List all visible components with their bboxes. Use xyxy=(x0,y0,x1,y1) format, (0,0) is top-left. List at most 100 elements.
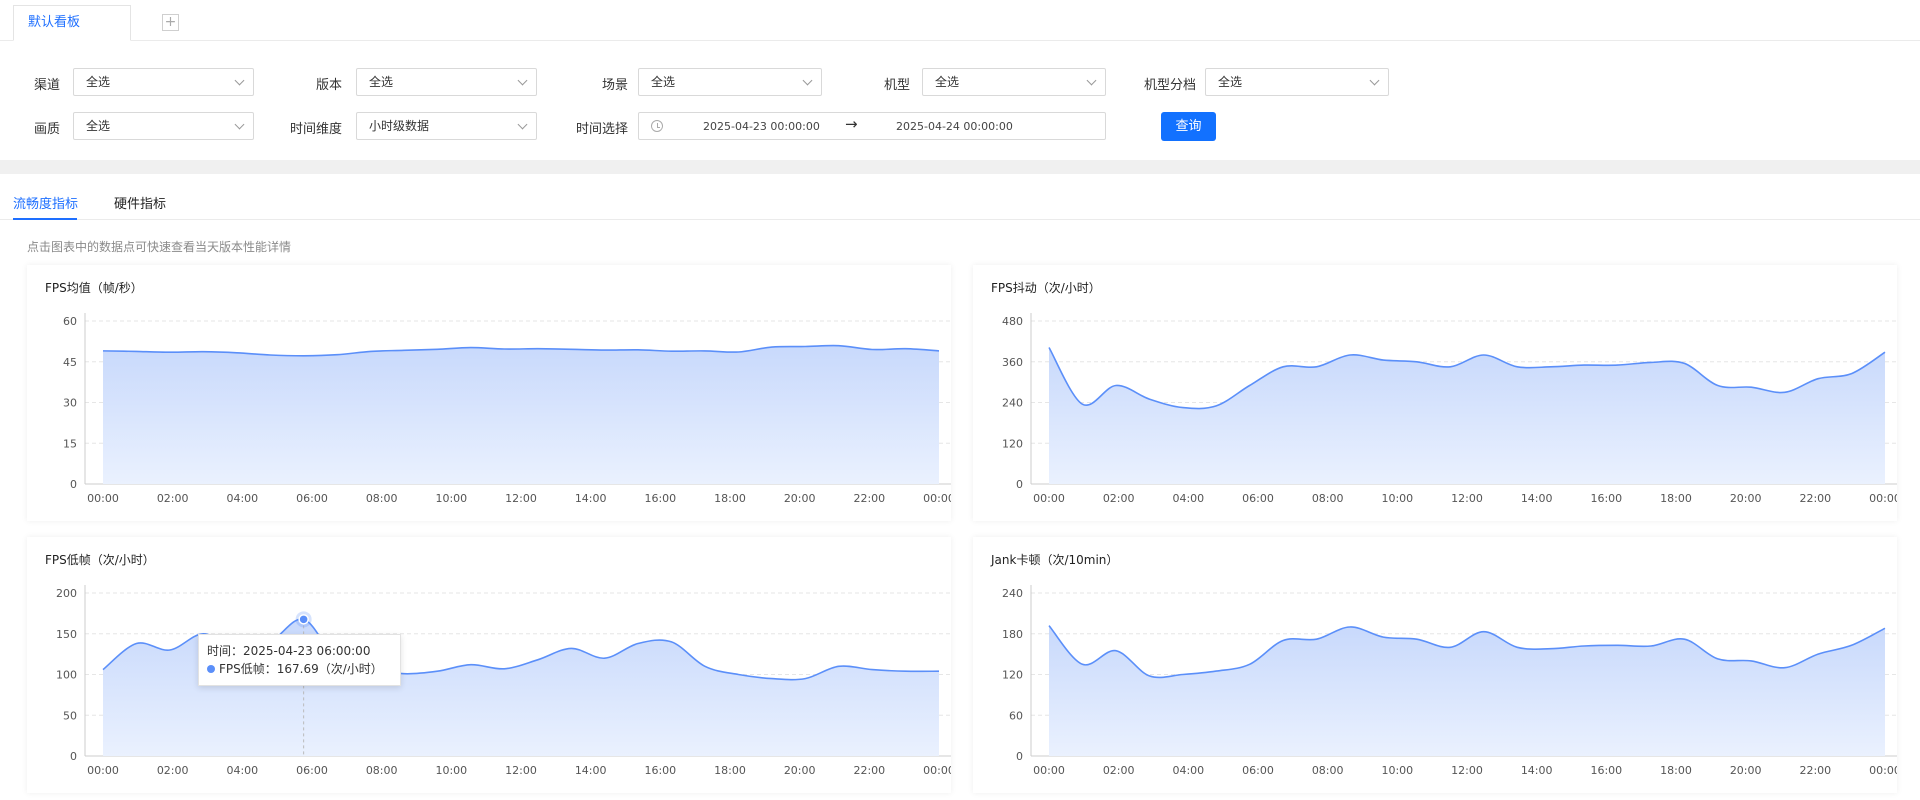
x-tick-label: 00:00 xyxy=(923,492,951,505)
y-tick-label: 180 xyxy=(1002,628,1023,641)
y-tick-label: 0 xyxy=(70,478,77,491)
time-range-start[interactable]: 2025-04-23 00:00:00 xyxy=(703,120,820,133)
x-tick-label: 00:00 xyxy=(1033,764,1065,777)
tab-default-board[interactable]: 默认看板 xyxy=(13,5,131,41)
chart-tooltip: 时间：2025-04-23 06:00:00 FPS低帧：167.69（次/小时… xyxy=(198,634,401,686)
x-tick-label: 14:00 xyxy=(575,764,607,777)
chevron-down-icon xyxy=(234,119,245,130)
quality-label: 画质 xyxy=(33,122,60,137)
time-range-picker[interactable]: 2025-04-23 00:00:00 → 2025-04-24 00:00:0… xyxy=(638,112,1106,140)
clock-icon xyxy=(651,120,663,132)
chevron-down-icon xyxy=(802,75,813,86)
scene-select[interactable]: 全选 xyxy=(638,68,822,96)
x-tick-label: 18:00 xyxy=(714,764,746,777)
y-tick-label: 15 xyxy=(63,437,77,450)
device-model-select[interactable]: 全选 xyxy=(922,68,1106,96)
y-tick-label: 45 xyxy=(63,356,77,369)
fps-jitter-chart[interactable]: 0 120 240 360 480 00:00 02:00 04:00 06:00 08:00 10… xyxy=(973,265,1897,521)
y-tick-label: 200 xyxy=(56,587,77,600)
time-dimension-label: 时间维度 xyxy=(289,122,342,137)
series-area xyxy=(103,345,939,484)
subtab-divider xyxy=(0,219,1920,220)
query-button[interactable]: 查询 xyxy=(1161,112,1216,141)
x-tick-label: 14:00 xyxy=(1521,492,1553,505)
y-tick-label: 30 xyxy=(63,397,77,410)
dashboard-tab-bar: 默认看板 + xyxy=(0,0,1920,41)
y-tick-label: 0 xyxy=(1016,478,1023,491)
series-area xyxy=(1049,625,1885,756)
chart-card-fps-jitter: FPS抖动（次/小时） 0 120 240 360 480 00:00 02:00 04:00… xyxy=(973,265,1897,521)
x-tick-label: 00:00 xyxy=(1033,492,1065,505)
jank-chart[interactable]: 0 60 120 180 240 00:00 02:00 04:00 06:00 08:00 10:… xyxy=(973,537,1897,793)
y-tick-label: 50 xyxy=(63,709,77,722)
y-tick-label: 480 xyxy=(1002,315,1023,328)
x-tick-label: 00:00 xyxy=(87,764,119,777)
x-tick-label: 20:00 xyxy=(1730,764,1762,777)
x-tick-label: 18:00 xyxy=(1660,764,1692,777)
x-tick-label: 10:00 xyxy=(435,764,467,777)
y-tick-label: 60 xyxy=(1009,709,1023,722)
quality-select[interactable]: 全选 xyxy=(73,112,254,140)
x-tick-label: 16:00 xyxy=(644,492,676,505)
section-divider xyxy=(0,160,1920,174)
x-tick-label: 00:00 xyxy=(923,764,951,777)
time-range-end[interactable]: 2025-04-24 00:00:00 xyxy=(896,120,1013,133)
series-area xyxy=(1049,347,1885,484)
x-tick-label: 12:00 xyxy=(1451,764,1483,777)
x-tick-label: 22:00 xyxy=(853,764,885,777)
add-tab-icon[interactable]: + xyxy=(162,14,179,31)
x-tick-label: 00:00 xyxy=(1869,492,1897,505)
x-tick-label: 06:00 xyxy=(296,764,328,777)
x-tick-label: 22:00 xyxy=(853,492,885,505)
x-tick-label: 06:00 xyxy=(296,492,328,505)
device-tier-label: 机型分档 xyxy=(1143,78,1196,93)
x-tick-label: 08:00 xyxy=(366,492,398,505)
channel-select[interactable]: 全选 xyxy=(73,68,254,96)
x-tick-label: 12:00 xyxy=(1451,492,1483,505)
x-tick-label: 16:00 xyxy=(1590,492,1622,505)
version-select[interactable]: 全选 xyxy=(356,68,537,96)
fps-average-chart[interactable]: 0 15 30 45 60 00:00 02:00 04:00 06:00 08:00 10:00 1… xyxy=(27,265,951,521)
x-tick-label: 04:00 xyxy=(226,492,258,505)
x-tick-label: 10:00 xyxy=(1381,764,1413,777)
x-tick-label: 22:00 xyxy=(1799,764,1831,777)
x-tick-label: 08:00 xyxy=(1312,764,1344,777)
chart-card-fps-average: FPS均值（帧/秒） 0 15 30 45 60 00:00 02:00 04:00 06:00… xyxy=(27,265,951,521)
time-dimension-select[interactable]: 小时级数据 xyxy=(356,112,537,140)
y-tick-label: 240 xyxy=(1002,587,1023,600)
chart-card-fps-low: FPS低帧（次/小时） 0 50 100 150 200 00:00 02:00 04:00 0… xyxy=(27,537,951,793)
chevron-down-icon xyxy=(1086,75,1097,86)
chevron-down-icon xyxy=(234,75,245,86)
x-tick-label: 12:00 xyxy=(505,492,537,505)
tab-fluency-metrics[interactable]: 流畅度指标 xyxy=(13,193,78,212)
arrow-right-icon: → xyxy=(845,115,858,133)
x-tick-label: 08:00 xyxy=(1312,492,1344,505)
x-tick-label: 22:00 xyxy=(1799,492,1831,505)
x-tick-label: 04:00 xyxy=(226,764,258,777)
chevron-down-icon xyxy=(517,119,528,130)
x-tick-label: 18:00 xyxy=(1660,492,1692,505)
device-model-label: 机型 xyxy=(883,78,910,93)
fps-low-chart[interactable]: 0 50 100 150 200 00:00 02:00 04:00 06:00 08:00 10:… xyxy=(27,537,951,793)
tab-hardware-metrics[interactable]: 硬件指标 xyxy=(114,193,166,212)
y-tick-label: 100 xyxy=(56,669,77,682)
x-tick-label: 02:00 xyxy=(157,764,189,777)
x-tick-label: 02:00 xyxy=(1103,492,1135,505)
y-tick-label: 60 xyxy=(63,315,77,328)
x-tick-label: 02:00 xyxy=(1103,764,1135,777)
x-tick-label: 16:00 xyxy=(644,764,676,777)
hover-point xyxy=(298,614,309,625)
tooltip-series-value: FPS低帧：167.69（次/小时） xyxy=(219,662,383,676)
x-tick-label: 20:00 xyxy=(784,492,816,505)
x-tick-label: 00:00 xyxy=(87,492,119,505)
x-tick-label: 00:00 xyxy=(1869,764,1897,777)
chart-hint-text: 点击图表中的数据点可快速查看当天版本性能详情 xyxy=(27,240,292,254)
device-tier-select[interactable]: 全选 xyxy=(1205,68,1389,96)
y-tick-label: 120 xyxy=(1002,669,1023,682)
tooltip-time: 时间：2025-04-23 06:00:00 xyxy=(207,644,371,658)
y-tick-label: 0 xyxy=(1016,750,1023,763)
version-label: 版本 xyxy=(315,78,342,93)
chevron-down-icon xyxy=(517,75,528,86)
x-tick-label: 14:00 xyxy=(1521,764,1553,777)
x-tick-label: 10:00 xyxy=(435,492,467,505)
